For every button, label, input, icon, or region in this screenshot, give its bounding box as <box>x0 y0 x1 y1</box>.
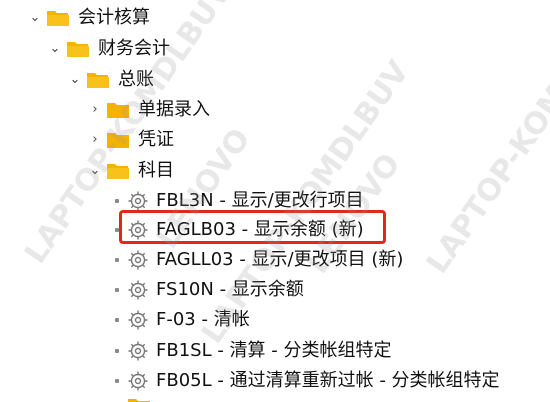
transaction-gear-icon <box>127 370 149 392</box>
transaction-separator: - <box>233 249 252 270</box>
transaction-gear-icon <box>127 249 149 271</box>
transaction-code: FAGLL03 <box>156 249 234 270</box>
tree-node-financial-accounting[interactable]: ⌄ 财务会计 <box>0 35 300 63</box>
transaction-separator: - <box>195 309 214 330</box>
bullet-dot <box>115 288 119 292</box>
bullet-dot <box>115 199 119 203</box>
transaction-code: F-03 <box>156 309 196 330</box>
tree-node-label: 总账 <box>118 69 154 90</box>
transaction-code: FB05L <box>156 370 212 391</box>
tree-node-accounting[interactable]: ⌄ 会计核算 <box>0 4 300 32</box>
transaction-description: 显示余额 <box>231 279 304 300</box>
folder-icon <box>127 396 151 402</box>
chevron-down-icon[interactable]: ⌄ <box>48 42 62 56</box>
chevron-down-icon[interactable]: ⌄ <box>28 11 42 25</box>
transaction-gear-icon <box>127 340 149 362</box>
folder-icon <box>106 100 130 120</box>
transaction-item[interactable]: FB1SL - 清算 - 分类帐组特定 <box>0 337 550 365</box>
transaction-description: 清算 - 分类帐组特定 <box>229 340 392 361</box>
transaction-code: FS10N <box>156 279 214 300</box>
transaction-description: 通过清算重新过帐 - 分类帐组特定 <box>229 370 500 391</box>
bullet-dot <box>115 349 119 353</box>
transaction-code: FBL3N <box>156 190 214 211</box>
folder-open-icon <box>106 161 130 181</box>
chevron-down-icon[interactable]: ⌄ <box>88 164 102 178</box>
tree-node-document-entry[interactable]: › 单据录入 <box>0 96 300 124</box>
transaction-gear-icon <box>127 190 149 212</box>
chevron-right-icon[interactable]: › <box>88 133 102 147</box>
transaction-item[interactable]: F-03 - 清帐 <box>0 306 550 334</box>
tree-node-label: 会计核算 <box>78 7 150 28</box>
folder-open-icon <box>66 39 90 59</box>
transaction-separator: - <box>211 370 230 391</box>
tree-node-label: 凭证 <box>138 129 174 150</box>
transaction-gear-icon <box>127 309 149 331</box>
chevron-down-icon[interactable]: ⌄ <box>68 73 82 87</box>
tree-node-label: 单据录入 <box>138 99 210 120</box>
transaction-item[interactable]: FS10N - 显示余额 <box>0 276 550 304</box>
transaction-description: 显示/更改项目 (新) <box>251 249 404 270</box>
transaction-separator: - <box>211 340 230 361</box>
transaction-tree: ⌄ 会计核算 ⌄ 财务会计 ⌄ 总账 › 单据录入 › 凭证 ⌄ 科目 FBL3… <box>0 0 550 402</box>
bullet-dot <box>115 318 119 322</box>
transaction-separator: - <box>213 190 232 211</box>
highlight-annotation <box>119 210 386 244</box>
transaction-item[interactable]: FAGLL03 - 显示/更改项目 (新) <box>0 246 550 274</box>
folder-icon <box>106 130 130 150</box>
tree-node-label: 财务会计 <box>98 38 170 59</box>
transaction-item[interactable]: FB05L - 通过清算重新过帐 - 分类帐组特定 <box>0 367 550 395</box>
chevron-right-icon[interactable]: › <box>88 103 102 117</box>
transaction-description: 显示/更改行项目 <box>231 190 364 211</box>
folder-open-icon <box>46 8 70 28</box>
transaction-separator: - <box>213 279 232 300</box>
transaction-description: 清帐 <box>213 309 250 330</box>
tree-node-general-ledger[interactable]: ⌄ 总账 <box>0 66 300 94</box>
bullet-dot <box>115 258 119 262</box>
folder-open-icon <box>86 70 110 90</box>
tree-node-accounts[interactable]: ⌄ 科目 <box>0 157 300 185</box>
tree-node-voucher[interactable]: › 凭证 <box>0 126 300 154</box>
tree-node-label: 科目 <box>138 160 174 181</box>
bullet-dot <box>115 379 119 383</box>
transaction-gear-icon <box>127 279 149 301</box>
transaction-code: FB1SL <box>156 340 212 361</box>
